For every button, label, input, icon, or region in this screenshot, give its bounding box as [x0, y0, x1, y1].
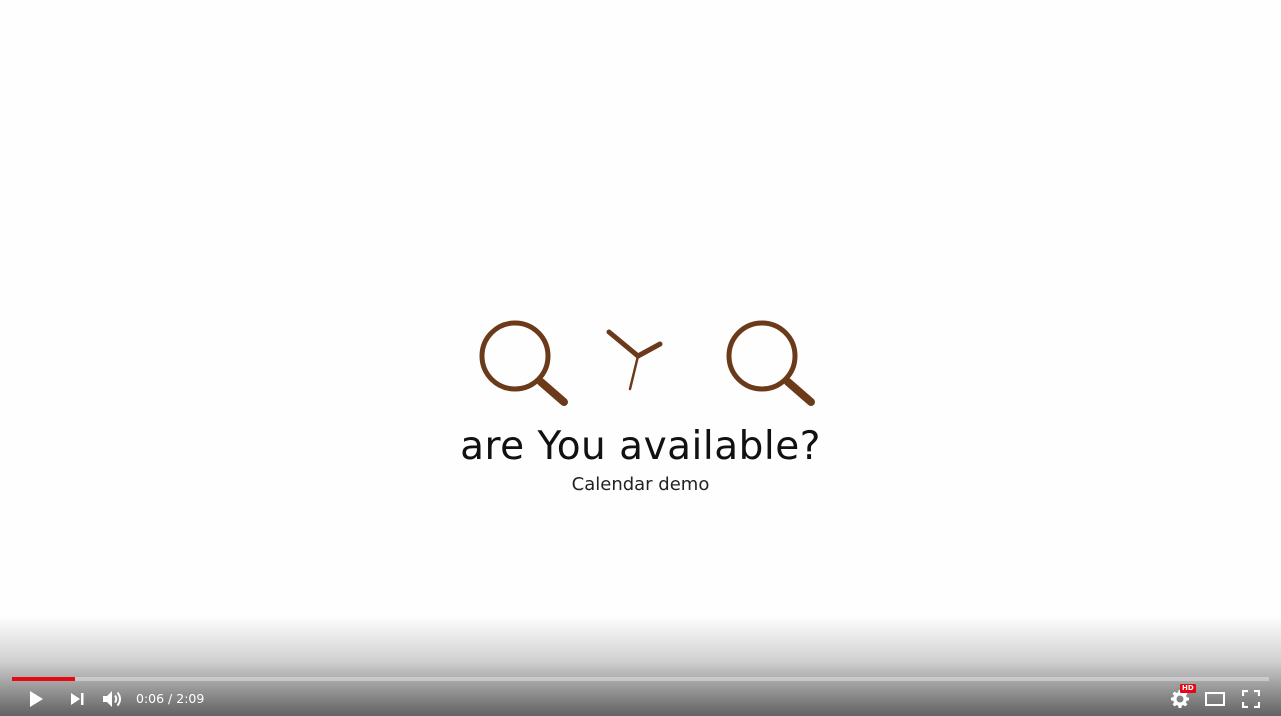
- current-time: 0:06: [136, 691, 165, 706]
- settings-button[interactable]: HD: [1166, 682, 1196, 716]
- search-icon: [726, 320, 815, 406]
- play-button[interactable]: [20, 682, 52, 716]
- clock-hands-icon: [606, 329, 663, 391]
- next-button[interactable]: [62, 682, 92, 716]
- progress-bar[interactable]: [12, 677, 1269, 681]
- theater-mode-icon: [1205, 692, 1225, 706]
- video-headline: are You available?: [460, 424, 821, 469]
- fullscreen-button[interactable]: [1236, 682, 1266, 716]
- time-separator: /: [164, 691, 177, 706]
- hd-badge: HD: [1180, 684, 1196, 693]
- video-subtitle: Calendar demo: [571, 474, 710, 495]
- control-bar: 0:06 / 2:09 HD: [0, 682, 1281, 716]
- volume-icon: [103, 691, 121, 707]
- video-player[interactable]: are You available? Calendar demo 0:06 / …: [0, 0, 1281, 716]
- volume-button[interactable]: [98, 682, 128, 716]
- progress-played: [12, 677, 75, 681]
- next-icon: [71, 693, 84, 705]
- video-frame[interactable]: are You available? Calendar demo: [0, 0, 1281, 716]
- play-icon: [30, 691, 43, 707]
- search-icon: [479, 320, 568, 406]
- video-logo: [479, 320, 815, 406]
- duration: 2:09: [176, 691, 205, 706]
- time-display: 0:06 / 2:09: [136, 682, 204, 716]
- theater-mode-button[interactable]: [1200, 682, 1230, 716]
- fullscreen-icon: [1242, 690, 1260, 708]
